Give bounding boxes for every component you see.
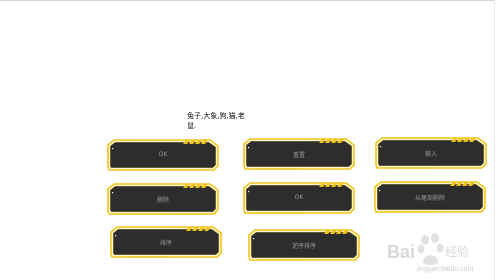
reset-button[interactable]: 重置 xyxy=(242,138,356,172)
ok-button-2[interactable]: OK xyxy=(242,182,356,216)
input-button-label: 输入 xyxy=(424,151,437,158)
reverse-sort-button[interactable]: 逆序排序 xyxy=(247,229,361,263)
ok-button-2-label: OK xyxy=(294,194,304,201)
watermark-brand: Bai xyxy=(387,242,415,262)
reverse-sort-button-label: 逆序排序 xyxy=(291,243,316,250)
sort-button[interactable]: 排序 xyxy=(109,226,223,260)
watermark-brand-2: 经验 xyxy=(445,244,469,259)
baidu-watermark: Bai 经验 jingyan.baidu.com xyxy=(385,226,497,278)
delete-from-tail-button[interactable]: 从尾部删除 xyxy=(373,181,487,215)
reset-button-label: 重置 xyxy=(292,152,305,159)
sort-button-label: 排序 xyxy=(159,240,172,247)
top-border-line xyxy=(0,0,494,1)
input-button[interactable]: 输入 xyxy=(374,137,488,171)
ok-button-label: OK xyxy=(158,151,168,158)
delete-button-label: 删除 xyxy=(156,197,169,204)
watermark-url: jingyan.baidu.com xyxy=(417,266,474,273)
ok-button[interactable]: OK xyxy=(106,139,220,173)
delete-from-tail-button-label: 从尾部删除 xyxy=(414,195,445,202)
delete-button[interactable]: 删除 xyxy=(106,183,220,217)
output-label: 兔子,大象,狗,猫,老鼠. xyxy=(187,112,245,130)
